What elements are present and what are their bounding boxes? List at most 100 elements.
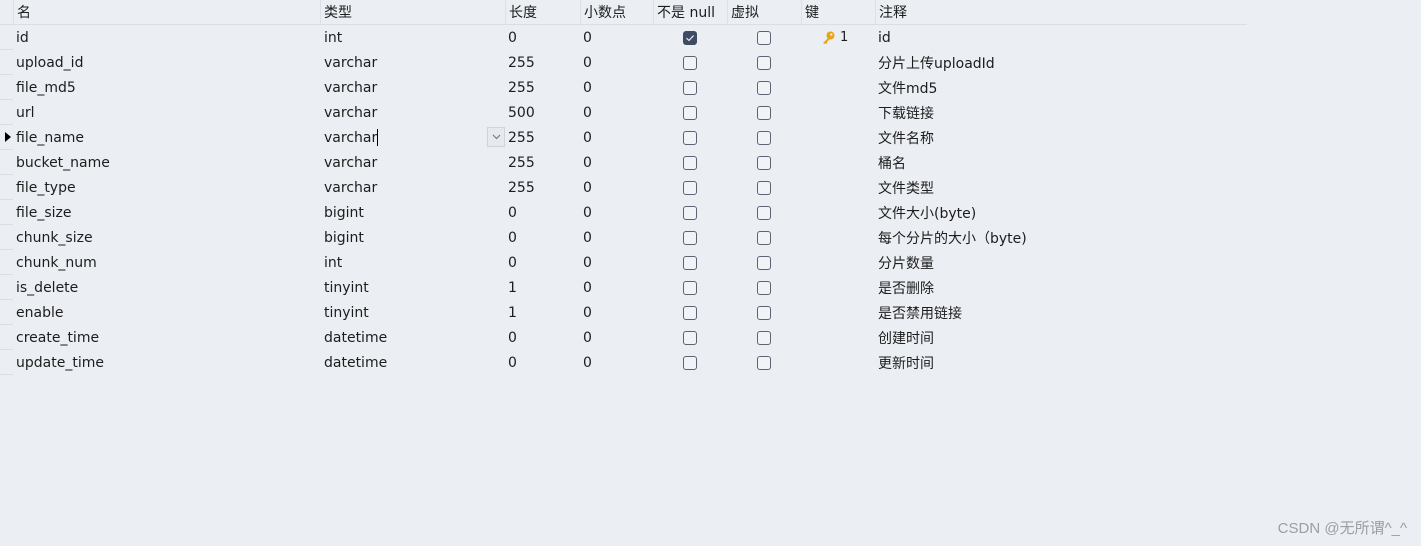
key-cell[interactable] (801, 300, 875, 325)
field-length-cell[interactable]: 500 (505, 100, 580, 125)
field-decimal-cell[interactable]: 0 (580, 125, 653, 150)
field-comment-cell[interactable]: 文件md5 (875, 75, 1247, 100)
field-name-cell[interactable]: url (13, 100, 320, 125)
field-comment-cell[interactable]: 文件名称 (875, 125, 1247, 150)
table-row[interactable]: create_time datetime 0 0 创建时间 (0, 325, 1247, 350)
field-type-cell[interactable]: varchar (320, 150, 505, 175)
not-null-checkbox[interactable] (683, 230, 697, 245)
not-null-checkbox[interactable] (683, 130, 697, 145)
field-type-cell[interactable]: datetime (320, 325, 505, 350)
row-gutter[interactable] (0, 325, 13, 350)
row-gutter[interactable] (0, 100, 13, 125)
field-type-cell[interactable]: varchar (320, 125, 505, 150)
field-comment-cell[interactable]: 是否删除 (875, 275, 1247, 300)
row-gutter[interactable] (0, 250, 13, 275)
field-type-cell[interactable]: bigint (320, 200, 505, 225)
virtual-checkbox[interactable] (757, 205, 771, 220)
field-name-cell[interactable]: is_delete (13, 275, 320, 300)
field-decimal-cell[interactable]: 0 (580, 175, 653, 200)
field-type-cell[interactable]: int (320, 25, 505, 50)
table-row[interactable]: file_md5 varchar 255 0 文件md5 (0, 75, 1247, 100)
not-null-checkbox[interactable] (683, 355, 697, 370)
column-header-decimal[interactable]: 小数点 (580, 0, 653, 24)
virtual-checkbox[interactable] (757, 130, 771, 145)
virtual-checkbox[interactable] (757, 280, 771, 295)
field-name-cell[interactable]: create_time (13, 325, 320, 350)
virtual-checkbox[interactable] (757, 230, 771, 245)
field-length-cell[interactable]: 255 (505, 75, 580, 100)
table-row[interactable]: enable tinyint 1 0 是否禁用链接 (0, 300, 1247, 325)
key-cell[interactable] (801, 225, 875, 250)
field-comment-cell[interactable]: 每个分片的大小（byte) (875, 225, 1247, 250)
table-row[interactable]: bucket_name varchar 255 0 桶名 (0, 150, 1247, 175)
field-length-cell[interactable]: 0 (505, 250, 580, 275)
table-row-selected[interactable]: file_name varchar 255 0 文件名称 (0, 125, 1247, 150)
field-type-cell[interactable]: tinyint (320, 275, 505, 300)
table-row[interactable]: chunk_size bigint 0 0 每个分片的大小（byte) (0, 225, 1247, 250)
field-decimal-cell[interactable]: 0 (580, 300, 653, 325)
key-cell[interactable] (801, 75, 875, 100)
field-comment-cell[interactable]: 文件类型 (875, 175, 1247, 200)
field-name-cell[interactable]: chunk_size (13, 225, 320, 250)
field-decimal-cell[interactable]: 0 (580, 150, 653, 175)
row-gutter[interactable] (0, 50, 13, 75)
virtual-checkbox[interactable] (757, 55, 771, 70)
key-cell[interactable] (801, 50, 875, 75)
field-length-cell[interactable]: 0 (505, 325, 580, 350)
table-row[interactable]: file_type varchar 255 0 文件类型 (0, 175, 1247, 200)
field-name-cell[interactable]: file_size (13, 200, 320, 225)
column-header-type[interactable]: 类型 (320, 0, 505, 24)
field-type-cell[interactable]: tinyint (320, 300, 505, 325)
row-gutter[interactable] (0, 150, 13, 175)
row-gutter[interactable] (0, 125, 13, 150)
row-gutter[interactable] (0, 350, 13, 375)
field-length-cell[interactable]: 0 (505, 200, 580, 225)
column-header-not-null[interactable]: 不是 null (653, 0, 727, 24)
row-gutter[interactable] (0, 75, 13, 100)
field-name-cell[interactable]: upload_id (13, 50, 320, 75)
row-gutter[interactable] (0, 200, 13, 225)
not-null-checkbox[interactable] (683, 280, 697, 295)
not-null-checkbox[interactable] (683, 105, 697, 120)
field-comment-cell[interactable]: 文件大小(byte) (875, 200, 1247, 225)
field-decimal-cell[interactable]: 0 (580, 350, 653, 375)
field-type-cell[interactable]: varchar (320, 50, 505, 75)
field-name-cell[interactable]: update_time (13, 350, 320, 375)
field-type-cell[interactable]: datetime (320, 350, 505, 375)
column-header-comment[interactable]: 注释 (875, 0, 1247, 24)
not-null-checkbox[interactable] (683, 205, 697, 220)
table-row[interactable]: url varchar 500 0 下载链接 (0, 100, 1247, 125)
not-null-checkbox[interactable] (683, 330, 697, 345)
key-cell[interactable] (801, 100, 875, 125)
virtual-checkbox[interactable] (757, 255, 771, 270)
not-null-checkbox[interactable] (683, 30, 697, 45)
field-decimal-cell[interactable]: 0 (580, 275, 653, 300)
table-row[interactable]: is_delete tinyint 1 0 是否删除 (0, 275, 1247, 300)
row-gutter[interactable] (0, 25, 13, 50)
field-decimal-cell[interactable]: 0 (580, 25, 653, 50)
field-comment-cell[interactable]: id (875, 25, 1247, 50)
table-row[interactable]: update_time datetime 0 0 更新时间 (0, 350, 1247, 375)
row-gutter[interactable] (0, 300, 13, 325)
field-type-cell[interactable]: varchar (320, 100, 505, 125)
field-length-cell[interactable]: 0 (505, 225, 580, 250)
field-name-cell[interactable]: chunk_num (13, 250, 320, 275)
column-header-name[interactable]: 名 (13, 0, 320, 24)
type-dropdown-button[interactable] (487, 127, 505, 147)
key-cell[interactable] (801, 150, 875, 175)
key-cell[interactable] (801, 275, 875, 300)
virtual-checkbox[interactable] (757, 305, 771, 320)
field-name-cell[interactable]: file_md5 (13, 75, 320, 100)
key-cell[interactable] (801, 250, 875, 275)
column-header-key[interactable]: 键 (801, 0, 875, 24)
not-null-checkbox[interactable] (683, 305, 697, 320)
field-type-cell[interactable]: bigint (320, 225, 505, 250)
field-decimal-cell[interactable]: 0 (580, 100, 653, 125)
virtual-checkbox[interactable] (757, 30, 771, 45)
field-length-cell[interactable]: 255 (505, 150, 580, 175)
field-comment-cell[interactable]: 是否禁用链接 (875, 300, 1247, 325)
virtual-checkbox[interactable] (757, 330, 771, 345)
table-row[interactable]: chunk_num int 0 0 分片数量 (0, 250, 1247, 275)
not-null-checkbox[interactable] (683, 55, 697, 70)
table-row[interactable]: upload_id varchar 255 0 分片上传uploadId (0, 50, 1247, 75)
